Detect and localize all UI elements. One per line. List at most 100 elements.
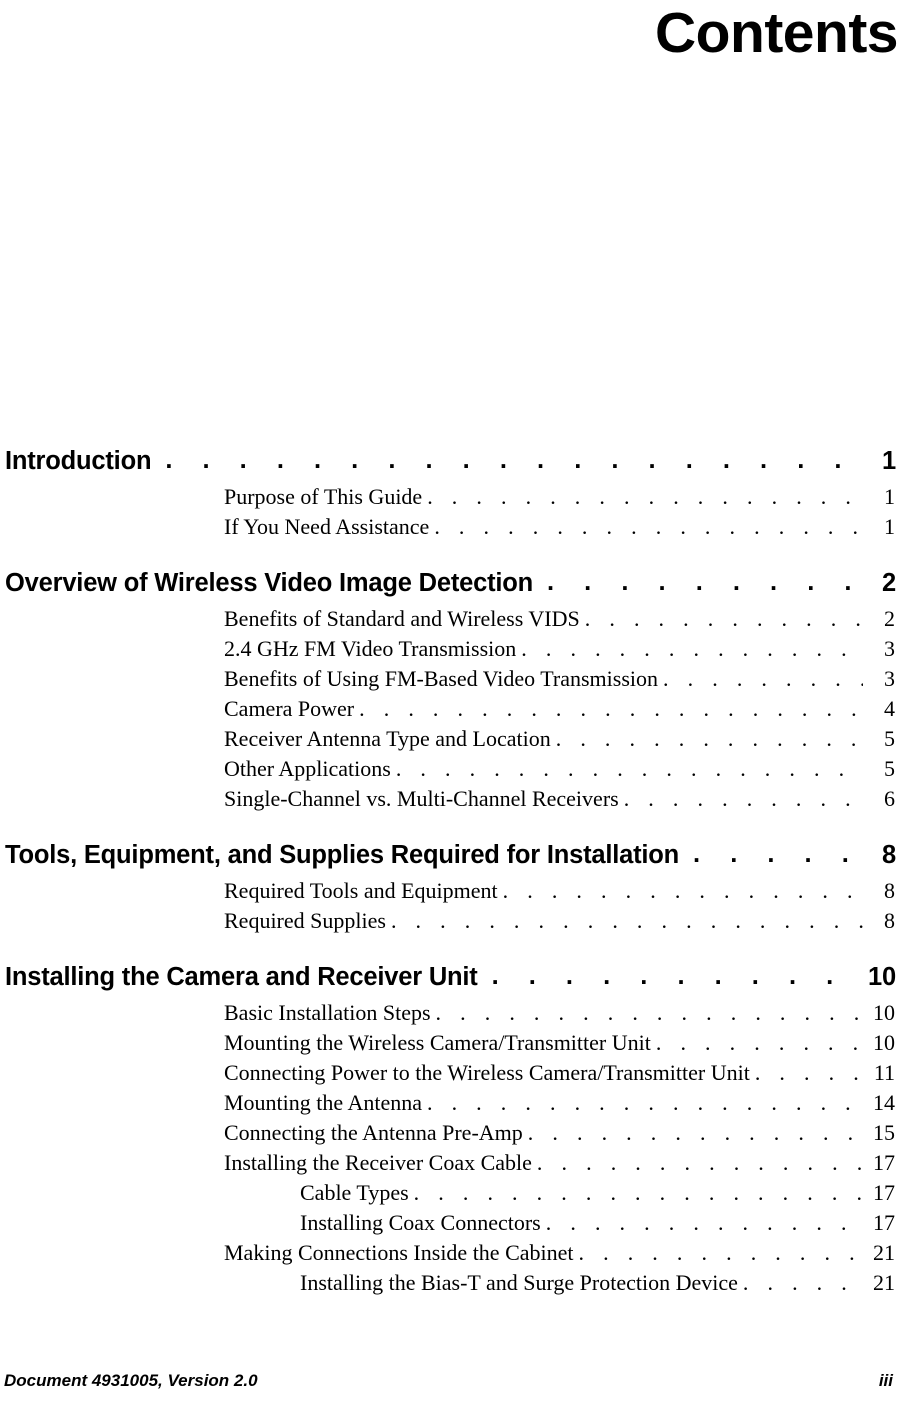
dot-leader: . . . . . . . . . . . . . . . . . . . . … bbox=[578, 1240, 864, 1265]
toc-section-entry[interactable]: Mounting the Antenna. . . . . . . . . . … bbox=[0, 1088, 901, 1118]
dot-leader: . . . . . . . . . . . . . . . . . . . . … bbox=[663, 666, 863, 691]
toc-section-entry[interactable]: Installing the Bias-T and Surge Protecti… bbox=[0, 1268, 901, 1298]
entry-label: Mounting the Antenna bbox=[224, 1090, 422, 1115]
entry-label: Basic Installation Steps bbox=[224, 1000, 431, 1025]
toc-group: Installing the Camera and Receiver Unit.… bbox=[0, 962, 901, 1298]
entry-page-number: 5 bbox=[884, 726, 895, 751]
entry-label: Overview of Wireless Video Image Detecti… bbox=[5, 569, 534, 597]
toc-section-entry[interactable]: Connecting the Antenna Pre-Amp. . . . . … bbox=[0, 1118, 901, 1148]
dot-leader: . . . . . . . . . . . . . . . . . . . . … bbox=[359, 696, 863, 721]
dot-leader: . . . . . . . . . . . . . . . . . . . . … bbox=[527, 1120, 863, 1145]
toc-section-entry[interactable]: Benefits of Using FM-Based Video Transmi… bbox=[0, 664, 901, 694]
toc-section-entry[interactable]: Camera Power. . . . . . . . . . . . . . … bbox=[0, 694, 901, 724]
entry-label: Mounting the Wireless Camera/Transmitter… bbox=[224, 1030, 651, 1055]
entry-label: Camera Power bbox=[224, 696, 355, 721]
toc-section-entry[interactable]: Mounting the Wireless Camera/Transmitter… bbox=[0, 1028, 901, 1058]
footer-document-id: Document 4931005, Version 2.0 bbox=[4, 1371, 258, 1390]
entry-page-number: 1 bbox=[884, 484, 895, 509]
dot-leader: . . . . . . . . . . . . . . . . . . . . … bbox=[754, 1060, 863, 1085]
entry-page-number: 5 bbox=[884, 756, 895, 781]
dot-leader: . . . . . . . . . . . . . . . . . . . . … bbox=[165, 446, 850, 474]
toc-section-entry[interactable]: Basic Installation Steps. . . . . . . . … bbox=[0, 998, 901, 1028]
toc-group: Introduction . . . . . . . . . . . . . . … bbox=[0, 446, 901, 542]
toc-section-entry[interactable]: Single-Channel vs. Multi-Channel Receive… bbox=[0, 784, 901, 814]
entry-page-number: 15 bbox=[873, 1120, 895, 1145]
page-title: Contents bbox=[655, 1, 898, 65]
entry-page-number: 1 bbox=[882, 447, 896, 475]
entry-page-number: 17 bbox=[873, 1210, 895, 1235]
entry-page-number: 21 bbox=[873, 1240, 895, 1265]
dot-leader: . . . . . . . . . . . . . . . . . . . . … bbox=[413, 1180, 863, 1205]
dot-leader: . . . . . . . . . . . . . . . . . . . . … bbox=[545, 1210, 863, 1235]
entry-label: Connecting the Antenna Pre-Amp bbox=[224, 1120, 523, 1145]
entry-page-number: 8 bbox=[884, 908, 895, 933]
entry-label: Single-Channel vs. Multi-Channel Receive… bbox=[224, 786, 619, 811]
toc-section-entry[interactable]: Cable Types. . . . . . . . . . . . . . .… bbox=[0, 1178, 901, 1208]
entry-page-number: 8 bbox=[882, 841, 896, 869]
entry-page-number: 21 bbox=[873, 1270, 895, 1295]
entry-page-number: 3 bbox=[884, 636, 895, 661]
entry-page-number: 10 bbox=[873, 1000, 895, 1025]
toc-section-entry[interactable]: Required Tools and Equipment. . . . . . … bbox=[0, 876, 901, 906]
toc-chapter-entry[interactable]: Tools, Equipment, and Supplies Required … bbox=[0, 840, 901, 870]
dot-leader: . . . . . . . . . . . . . . . . . . . . … bbox=[555, 726, 863, 751]
entry-page-number: 17 bbox=[873, 1150, 895, 1175]
entry-page-number: 3 bbox=[884, 666, 895, 691]
dot-leader: . . . . . . . . . . . . . . . . . . . . … bbox=[521, 636, 863, 661]
toc-section-entry[interactable]: Benefits of Standard and Wireless VIDS. … bbox=[0, 604, 901, 634]
entry-page-number: 10 bbox=[873, 1030, 895, 1055]
entry-label: Installing Coax Connectors bbox=[300, 1210, 541, 1235]
entry-label: Other Applications bbox=[224, 756, 391, 781]
toc-section-entry[interactable]: Installing the Receiver Coax Cable. . . … bbox=[0, 1148, 901, 1178]
toc-section-entry[interactable]: Receiver Antenna Type and Location. . . … bbox=[0, 724, 901, 754]
dot-leader: . . . . . . . . . . . . . . . . . . . . … bbox=[427, 484, 863, 509]
entry-label: Receiver Antenna Type and Location bbox=[224, 726, 551, 751]
toc-section-entry[interactable]: Installing Coax Connectors. . . . . . . … bbox=[0, 1208, 901, 1238]
entry-page-number: 10 bbox=[868, 963, 896, 991]
entry-label: 2.4 GHz FM Video Transmission bbox=[224, 636, 517, 661]
toc-section-entry[interactable]: Making Connections Inside the Cabinet. .… bbox=[0, 1238, 901, 1268]
entry-page-number: 14 bbox=[873, 1090, 895, 1115]
entry-label: Cable Types bbox=[300, 1180, 409, 1205]
toc-section-entry[interactable]: 2.4 GHz FM Video Transmission. . . . . .… bbox=[0, 634, 901, 664]
dot-leader: . . . . . . . . . . . . . . . . . . . . … bbox=[742, 1270, 863, 1295]
entry-page-number: 2 bbox=[884, 606, 895, 631]
entry-label: Making Connections Inside the Cabinet bbox=[224, 1240, 574, 1265]
toc-group: Overview of Wireless Video Image Detecti… bbox=[0, 568, 901, 814]
dot-leader: . . . . . . . . . . . . . . . . . . . . … bbox=[390, 908, 863, 933]
table-of-contents: Introduction . . . . . . . . . . . . . . … bbox=[0, 446, 901, 1298]
entry-label: If You Need Assistance bbox=[224, 514, 430, 539]
entry-label: Required Supplies bbox=[224, 908, 386, 933]
entry-page-number: 6 bbox=[884, 786, 895, 811]
dot-leader: . . . . . . . . . . . . . . . . . . . . … bbox=[623, 786, 863, 811]
dot-leader: . . . . . . . . . . . . . . . . . . . . … bbox=[435, 1000, 863, 1025]
entry-label: Required Tools and Equipment bbox=[224, 878, 498, 903]
toc-chapter-entry[interactable]: Installing the Camera and Receiver Unit.… bbox=[0, 962, 901, 992]
toc-section-entry[interactable]: If You Need Assistance. . . . . . . . . … bbox=[0, 512, 901, 542]
toc-section-entry[interactable]: Purpose of This Guide. . . . . . . . . .… bbox=[0, 482, 901, 512]
toc-section-entry[interactable]: Required Supplies. . . . . . . . . . . .… bbox=[0, 906, 901, 936]
toc-group: Tools, Equipment, and Supplies Required … bbox=[0, 840, 901, 936]
dot-leader: . . . . . . . . . . . . . . . . . . . . … bbox=[547, 568, 850, 596]
entry-page-number: 1 bbox=[884, 514, 895, 539]
toc-section-entry[interactable]: Other Applications. . . . . . . . . . . … bbox=[0, 754, 901, 784]
entry-label: Connecting Power to the Wireless Camera/… bbox=[224, 1060, 750, 1085]
toc-section-entry[interactable]: Connecting Power to the Wireless Camera/… bbox=[0, 1058, 901, 1088]
entry-label: Installing the Receiver Coax Cable bbox=[224, 1150, 532, 1175]
entry-label: Benefits of Using FM-Based Video Transmi… bbox=[224, 666, 659, 691]
entry-page-number: 17 bbox=[873, 1180, 895, 1205]
entry-page-number: 11 bbox=[873, 1060, 895, 1085]
dot-leader: . . . . . . . . . . . . . . . . . . . . … bbox=[502, 878, 863, 903]
page-footer: Document 4931005, Version 2.0 iii bbox=[0, 1371, 901, 1391]
entry-label: Installing the Bias-T and Surge Protecti… bbox=[300, 1270, 738, 1295]
toc-chapter-entry[interactable]: Introduction . . . . . . . . . . . . . . … bbox=[0, 446, 901, 476]
dot-leader: . . . . . . . . . . . . . . . . . . . . … bbox=[426, 1090, 863, 1115]
entry-label: Introduction bbox=[5, 447, 152, 475]
dot-leader: . . . . . . . . . . . . . . . . . . . . … bbox=[395, 756, 863, 781]
dot-leader: . . . . . . . . . . . . . . . . . . . . … bbox=[693, 840, 850, 868]
entry-page-number: 2 bbox=[882, 569, 896, 597]
dot-leader: . . . . . . . . . . . . . . . . . . . . … bbox=[584, 606, 863, 631]
dot-leader: . . . . . . . . . . . . . . . . . . . . … bbox=[491, 962, 850, 990]
toc-chapter-entry[interactable]: Overview of Wireless Video Image Detecti… bbox=[0, 568, 901, 598]
footer-page-number: iii bbox=[878, 1371, 893, 1390]
